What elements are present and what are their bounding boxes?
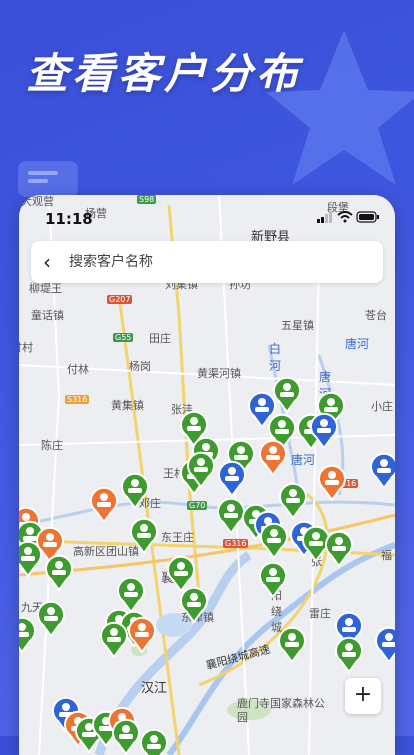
map-label: 东王庄 (161, 531, 194, 544)
map-label: 付村 (19, 341, 33, 354)
status-bar: 11:18 (19, 195, 395, 239)
map-label: 苍台 (365, 309, 387, 322)
river-label: 唐河 (291, 453, 316, 467)
map-label: 陈庄 (41, 439, 63, 452)
customer-marker-icon[interactable] (374, 625, 395, 663)
phone-screen: 大观营 杨营 段堡 新野县 柳堤王 刘集镇 孙坊 苍台 童话镇 田庄 五星镇 付… (19, 195, 395, 755)
map-label: 童话镇 (31, 309, 64, 322)
map-label: 黄集镇 (111, 399, 144, 412)
customer-marker-icon[interactable] (317, 463, 347, 501)
customer-marker-icon[interactable] (217, 459, 247, 497)
status-time: 11:18 (45, 210, 93, 228)
map-label: 黄渠河镇 (197, 367, 241, 380)
customer-marker-icon[interactable] (334, 635, 364, 673)
status-icons (317, 211, 379, 223)
customer-marker-icon[interactable] (36, 599, 66, 637)
map-label: 小庄 (371, 400, 393, 413)
chevron-left-icon[interactable]: ‹ (43, 250, 51, 274)
customer-marker-icon[interactable] (369, 451, 395, 489)
map-label: 雷庄 (309, 607, 331, 620)
road-badge: G55 (113, 333, 134, 342)
search-bar: ‹ (31, 241, 383, 283)
customer-marker-icon[interactable] (324, 529, 354, 567)
map-label: 鹿门寺国家森林公园 (237, 697, 325, 724)
river-label: 唐河 (345, 337, 370, 351)
customer-marker-icon[interactable] (89, 485, 119, 523)
map-label: 汉江 (141, 681, 168, 696)
customer-marker-icon[interactable] (139, 727, 169, 755)
customer-marker-icon[interactable] (111, 717, 141, 755)
star-decoration-icon (266, 30, 414, 185)
customer-marker-icon[interactable] (127, 615, 157, 653)
river-label: 白河 (269, 342, 282, 373)
customer-marker-icon[interactable] (129, 516, 159, 554)
customer-marker-icon[interactable] (99, 620, 129, 658)
customer-marker-icon[interactable] (120, 471, 150, 509)
customer-marker-icon[interactable] (19, 615, 37, 653)
customer-marker-icon[interactable] (44, 553, 74, 591)
customer-marker-icon[interactable] (179, 585, 209, 623)
zoom-in-button[interactable]: + (345, 678, 381, 714)
map-label: 福 (381, 549, 392, 562)
customer-marker-icon[interactable] (277, 625, 307, 663)
road-badge: G70 (187, 501, 208, 510)
customer-marker-icon[interactable] (258, 438, 288, 476)
road-badge: G316 (223, 539, 249, 548)
map-label: 田庄 (149, 332, 171, 345)
customer-marker-icon[interactable] (309, 411, 339, 449)
customer-marker-icon[interactable] (258, 560, 288, 598)
map-label: 杨岗 (129, 360, 151, 373)
customer-marker-icon[interactable] (259, 521, 289, 559)
road-badge: S316 (65, 395, 90, 404)
search-input[interactable] (67, 249, 371, 275)
map-label: 付林 (67, 363, 89, 376)
map-label: 五星镇 (281, 319, 314, 332)
customer-marker-icon[interactable] (186, 450, 216, 488)
customer-marker-icon[interactable] (19, 539, 43, 577)
road-badge: G207 (107, 295, 133, 304)
